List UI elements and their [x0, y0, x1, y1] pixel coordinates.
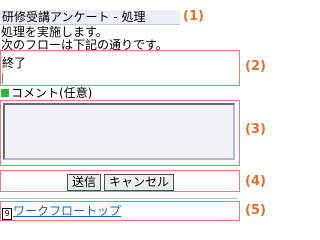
- page-title: 研修受講アンケート - 処理: [0, 10, 180, 25]
- annotation-marker-3: (3): [245, 122, 266, 137]
- access-key-9-icon: 9: [2, 208, 12, 220]
- send-button[interactable]: 送信: [67, 174, 101, 191]
- comment-textarea[interactable]: [3, 103, 235, 160]
- workflow-top-link[interactable]: ワークフロートップ: [13, 204, 121, 218]
- annotation-marker-4: (4): [245, 174, 266, 189]
- cancel-button[interactable]: キャンセル: [104, 174, 174, 191]
- intro-text: 処理を実施します。 次のフローは下記の通りです。: [1, 26, 231, 52]
- bullet-square-icon: [1, 89, 9, 97]
- footer-divider: [0, 198, 238, 199]
- annotation-marker-1: (1): [183, 9, 204, 24]
- footer-link-row: 9 ワークフロートップ: [2, 205, 121, 220]
- next-flow-value: 終了: [2, 56, 27, 70]
- comment-label: コメント(任意): [1, 87, 92, 100]
- comment-label-text: コメント(任意): [11, 86, 93, 100]
- next-flow-divider: [2, 73, 3, 84]
- annotation-marker-5: (5): [245, 203, 266, 218]
- annotation-marker-2: (2): [245, 59, 266, 74]
